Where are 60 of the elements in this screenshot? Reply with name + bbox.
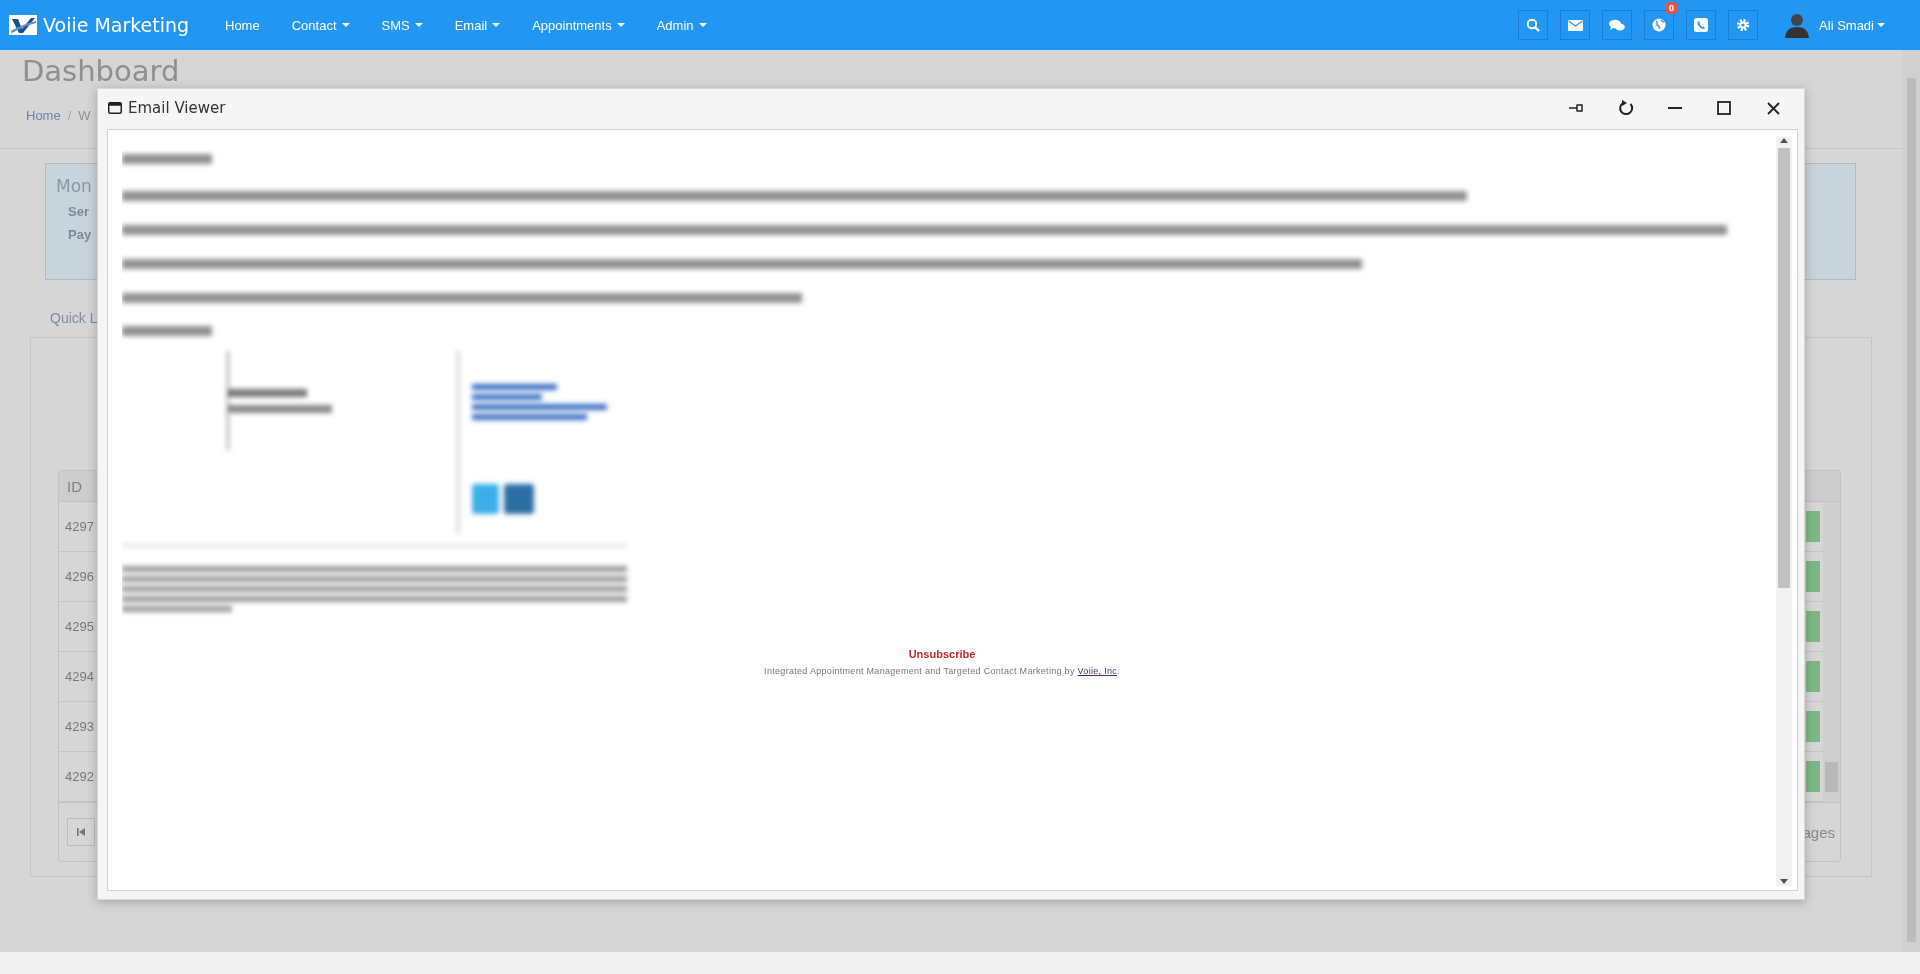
minimize-icon <box>1668 107 1682 109</box>
email-footer-text: Integrated Appointment Management and Targeted Contact Marketing by Voiie, Inc. <box>763 666 1121 676</box>
breadcrumb-item: W <box>78 108 91 123</box>
phone-icon <box>1694 18 1709 32</box>
globe-icon <box>1652 18 1667 32</box>
table-cell: 4297 <box>65 519 94 534</box>
user-avatar-icon <box>1784 12 1811 38</box>
status-label <box>1806 511 1820 542</box>
column-header[interactable]: ID <box>67 477 82 495</box>
nav-menu-item[interactable]: SMS <box>365 17 439 33</box>
nav-menu-item[interactable]: Contact <box>275 17 366 33</box>
nav-menu-item[interactable]: Appointments <box>516 17 641 33</box>
mail-button[interactable] <box>1560 10 1591 40</box>
breadcrumb-separator: / <box>67 108 72 123</box>
page-title: Dashboard <box>22 54 181 88</box>
chat-bubbles-icon <box>1609 18 1626 32</box>
pin-icon <box>1569 103 1585 113</box>
table-cell: 4295 <box>65 619 94 634</box>
maximize-icon <box>1717 101 1731 115</box>
first-page-icon <box>77 828 85 836</box>
status-label <box>1806 611 1820 642</box>
notification-badge: 0 <box>1666 2 1678 14</box>
scroll-up-icon <box>1780 138 1788 143</box>
status-label <box>1806 761 1820 792</box>
settings-button[interactable] <box>1728 10 1759 40</box>
first-page-button[interactable] <box>67 818 95 846</box>
unsubscribe-link[interactable]: Unsubscribe <box>908 648 976 660</box>
page-scrollbar[interactable] <box>1903 50 1920 952</box>
alert-title: Mon <box>56 176 93 196</box>
scrollbar[interactable] <box>1776 136 1792 886</box>
scrollbar[interactable] <box>1823 502 1840 802</box>
logo-icon <box>9 15 37 35</box>
settings-icon <box>1736 18 1751 32</box>
alert-text: Ser <box>67 204 90 219</box>
nav-menu-item[interactable]: Home <box>209 17 276 33</box>
caret-icon <box>1877 23 1885 27</box>
search-icon <box>1526 18 1541 32</box>
phone-button[interactable] <box>1686 10 1717 40</box>
envelope-icon <box>1567 19 1583 31</box>
breadcrumb-link[interactable]: Home <box>26 108 61 123</box>
window-icon <box>108 102 122 114</box>
table-cell: 4296 <box>65 569 94 584</box>
user-menu[interactable]: Ali Smadi <box>1784 12 1885 38</box>
globe-button[interactable] <box>1644 10 1675 40</box>
nav-menu-item[interactable]: Email <box>438 17 517 33</box>
status-label <box>1806 711 1820 742</box>
dialog-title: Email Viewer <box>128 99 226 117</box>
table-cell: 4293 <box>65 719 94 734</box>
refresh-icon <box>1617 99 1635 117</box>
table-cell: 4292 <box>65 769 94 784</box>
close-icon <box>1766 101 1780 115</box>
alert-text: Pay <box>67 227 93 242</box>
chat-button[interactable] <box>1602 10 1633 40</box>
nav-menu-item[interactable]: Admin <box>640 17 723 33</box>
status-label <box>1806 661 1820 692</box>
search-button[interactable] <box>1518 10 1549 40</box>
scroll-down-icon <box>1780 879 1788 884</box>
brand-link[interactable]: Voiie Marketing <box>0 14 209 36</box>
status-label <box>1806 561 1820 592</box>
table-cell: 4294 <box>65 669 94 684</box>
